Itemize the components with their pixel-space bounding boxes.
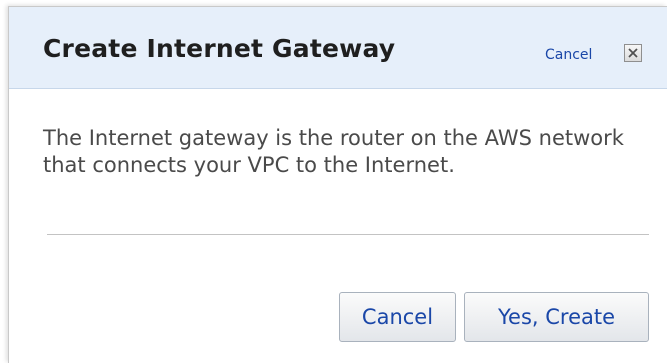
close-icon[interactable] <box>624 44 642 62</box>
dialog-title: Create Internet Gateway <box>43 34 396 63</box>
screen: Create Internet Gateway Cancel The Inter… <box>0 0 667 363</box>
dialog-description: The Internet gateway is the router on th… <box>43 126 624 177</box>
yes-create-button[interactable]: Yes, Create <box>464 292 649 342</box>
cancel-button[interactable]: Cancel <box>339 292 456 342</box>
dialog-header: Create Internet Gateway Cancel <box>9 7 667 89</box>
create-internet-gateway-dialog: Create Internet Gateway Cancel The Inter… <box>8 6 667 363</box>
divider <box>47 234 649 235</box>
header-cancel-link[interactable]: Cancel <box>545 47 592 63</box>
